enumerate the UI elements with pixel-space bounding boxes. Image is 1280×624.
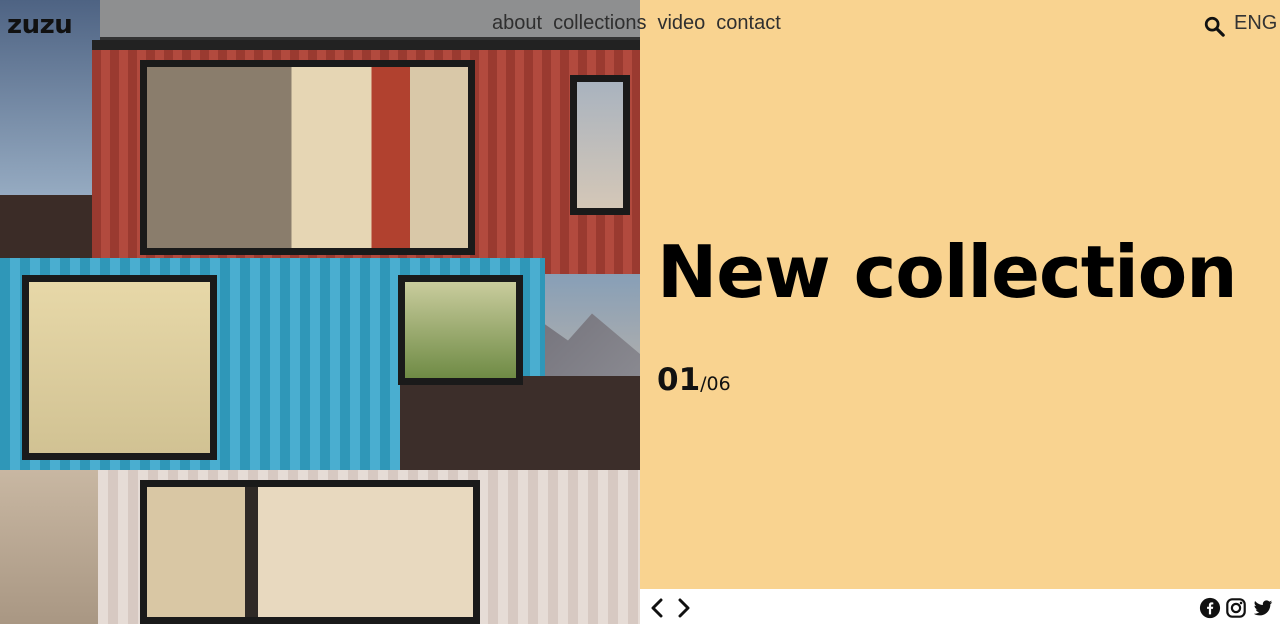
footer-bar [640, 589, 1280, 624]
hero-headline: New collection [657, 230, 1238, 314]
window-red-main [140, 60, 475, 255]
slide-total: /06 [700, 373, 731, 395]
slide-counter: 01/06 [657, 362, 731, 398]
chevron-left-icon[interactable] [650, 598, 664, 618]
slide-current: 01 [657, 362, 701, 398]
window-red-side [570, 75, 630, 215]
nav-contact[interactable]: contact [716, 12, 780, 35]
hero-image [0, 0, 640, 624]
container-balcony [400, 376, 640, 470]
nav-about[interactable]: about [492, 12, 542, 35]
search-icon[interactable] [1203, 15, 1225, 37]
facebook-icon[interactable] [1199, 597, 1221, 619]
window-blue-left [22, 275, 217, 460]
twitter-icon[interactable] [1252, 597, 1274, 619]
main-nav: about collections video contact [492, 12, 781, 35]
window-white-bottom [140, 480, 480, 624]
window-blue-right [398, 275, 523, 385]
instagram-icon[interactable] [1225, 597, 1247, 619]
language-selector[interactable]: ENG [1234, 12, 1277, 35]
logo[interactable]: zuzu [7, 10, 73, 40]
nav-video[interactable]: video [657, 12, 705, 35]
nav-collections[interactable]: collections [553, 12, 646, 35]
chevron-right-icon[interactable] [677, 598, 691, 618]
